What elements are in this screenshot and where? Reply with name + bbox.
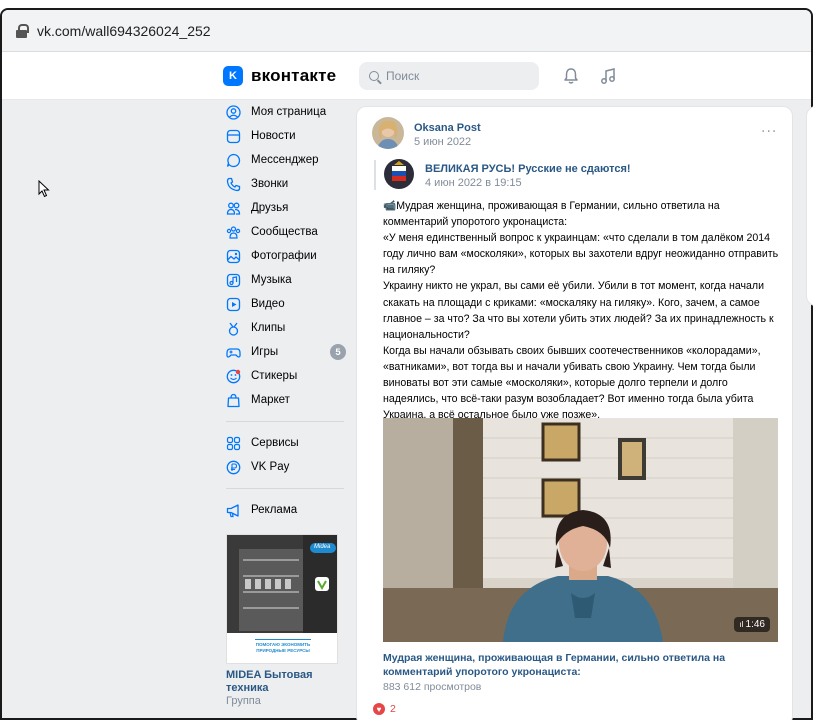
sidebar-item-label: Стикеры — [251, 370, 298, 382]
repost-source[interactable]: ВЕЛИКАЯ РУСЬ! Русские не сдаются! — [425, 163, 631, 175]
vk-logo[interactable]: K вконтакте — [223, 66, 336, 86]
sidebar-item-chat-bubble[interactable]: Мессенджер — [226, 148, 346, 172]
gamepad-icon — [226, 347, 241, 358]
sidebar-item-label: Сообщества — [251, 226, 318, 238]
ad-brand: Midea — [314, 544, 331, 550]
user-circle-icon — [226, 104, 241, 120]
video-title[interactable]: Мудрая женщина, проживающая в Германии, … — [383, 651, 783, 679]
sidebar-item-user-circle[interactable]: Моя страница — [226, 100, 346, 124]
sidebar-item-label: Новости — [251, 130, 296, 142]
vkpay-icon — [226, 460, 241, 474]
sidebar-item-label: Звонки — [251, 178, 289, 190]
news-icon — [226, 129, 241, 143]
sidebar-item-label: Видео — [251, 298, 285, 310]
sidebar-item-services[interactable]: Сервисы — [226, 431, 346, 455]
vk-logo-text: вконтакте — [251, 66, 337, 85]
sidebar-item-friends[interactable]: Друзья — [226, 196, 346, 220]
video-duration-text: 1:46 — [745, 619, 765, 630]
sidebar-item-phone[interactable]: Звонки — [226, 172, 346, 196]
video-views: 883 612 просмотров — [383, 681, 482, 693]
heart-icon: ♥ — [373, 703, 385, 715]
bell-icon[interactable] — [561, 66, 581, 86]
sidebar-item-shopping-bag[interactable]: Маркет — [226, 388, 346, 412]
communities-icon — [226, 225, 241, 239]
left-sidebar: Моя страница Новости Мессенджер Звонки Друзь… — [226, 100, 346, 707]
sidebar-item-label: Клипы — [251, 322, 286, 334]
sidebar-divider — [226, 488, 344, 489]
sidebar-item-news[interactable]: Новости — [226, 124, 346, 148]
sidebar-item-clips[interactable]: Клипы — [226, 316, 346, 340]
ad-image[interactable]: Midea ПОМОГАЮ ЭКОНОМИТЬ ПРИРОДНЫЕ РЕСУРС… — [226, 534, 338, 664]
ad-slogan: ПОМОГАЮ ЭКОНОМИТЬ ПРИРОДНЫЕ РЕСУРСЫ — [255, 642, 311, 653]
sidebar-item-label: VK Pay — [251, 461, 290, 473]
sidebar-item-megaphone[interactable]: Реклама — [226, 498, 346, 522]
sidebar-item-label: Моя страница — [251, 106, 327, 118]
more-options-icon[interactable]: ··· — [761, 124, 777, 140]
post-date[interactable]: 5 июн 2022 — [414, 136, 471, 148]
video-duration: ıl 1:46 — [734, 617, 770, 632]
post-author[interactable]: Oksana Post — [414, 122, 481, 134]
music-icon — [226, 273, 241, 287]
repost-divider — [374, 160, 376, 190]
video-icon — [226, 297, 241, 311]
vk-logo-icon: K — [223, 66, 243, 86]
games-badge: 5 — [330, 344, 346, 360]
repost-avatar[interactable] — [384, 159, 414, 189]
sidebar-item-label: Мессенджер — [251, 154, 319, 166]
sidebar-item-gamepad[interactable]: Игры 5 — [226, 340, 346, 364]
right-column-card — [806, 106, 813, 306]
shopping-bag-icon — [227, 393, 240, 407]
vk-header: K вконтакте — [2, 52, 811, 100]
megaphone-icon — [226, 503, 239, 517]
sidebar-item-label: Игры — [251, 346, 279, 358]
post-paragraph: «У меня единственный вопрос к украинцам:… — [383, 232, 779, 277]
sidebar-item-label: Друзья — [251, 202, 289, 214]
sidebar-item-label: Музыка — [251, 274, 292, 286]
search-box[interactable] — [359, 62, 539, 90]
like-button[interactable]: ♥ 2 — [373, 703, 396, 715]
post-paragraph: Украину никто не украл, вы сами её убили… — [383, 280, 774, 341]
sidebar-item-music[interactable]: Музыка — [226, 268, 346, 292]
sidebar-item-communities[interactable]: Сообщества — [226, 220, 346, 244]
mouse-cursor-icon — [38, 180, 50, 198]
friends-icon — [226, 202, 241, 215]
video-thumbnail — [383, 418, 778, 642]
search-icon — [369, 71, 379, 81]
sidebar-item-video[interactable]: Видео — [226, 292, 346, 316]
ad-subtitle: Группа — [226, 695, 261, 707]
url-text[interactable]: vk.com/wall694326024_252 — [37, 23, 211, 39]
music-note-icon[interactable] — [598, 66, 618, 86]
phone-icon — [226, 177, 241, 191]
search-input[interactable] — [386, 69, 526, 83]
sticker-icon — [226, 369, 241, 383]
photo-icon — [226, 249, 241, 263]
post-paragraph: 📹Мудрая женщина, проживающая в Германии,… — [383, 200, 720, 229]
author-avatar[interactable] — [372, 117, 404, 149]
post-text: 📹Мудрая женщина, проживающая в Германии,… — [383, 198, 783, 423]
sidebar-divider — [226, 421, 344, 422]
video-player[interactable]: ıl 1:46 — [383, 418, 778, 642]
sidebar-item-label: Маркет — [251, 394, 290, 406]
like-count: 2 — [390, 703, 396, 715]
clips-icon — [228, 322, 239, 336]
services-icon — [226, 436, 241, 450]
post-paragraph: Когда вы начали обзывать своих бывших со… — [383, 344, 761, 422]
ad-title[interactable]: MIDEA Бытовая техника — [226, 669, 346, 695]
repost-date[interactable]: 4 июн 2022 в 19:15 — [425, 177, 522, 189]
sidebar-item-label: Реклама — [251, 504, 298, 516]
sidebar-ad[interactable]: Midea ПОМОГАЮ ЭКОНОМИТЬ ПРИРОДНЫЕ РЕСУРС… — [226, 534, 346, 707]
sidebar-item-sticker[interactable]: Стикеры — [226, 364, 346, 388]
sidebar-item-label: Фотографии — [251, 250, 317, 262]
sidebar-item-label: Сервисы — [251, 437, 299, 449]
lock-icon — [16, 23, 29, 38]
address-bar[interactable]: vk.com/wall694326024_252 — [2, 10, 811, 52]
chat-bubble-icon — [226, 153, 241, 167]
sidebar-item-vkpay[interactable]: VK Pay — [226, 455, 346, 479]
sidebar-item-photo[interactable]: Фотографии — [226, 244, 346, 268]
